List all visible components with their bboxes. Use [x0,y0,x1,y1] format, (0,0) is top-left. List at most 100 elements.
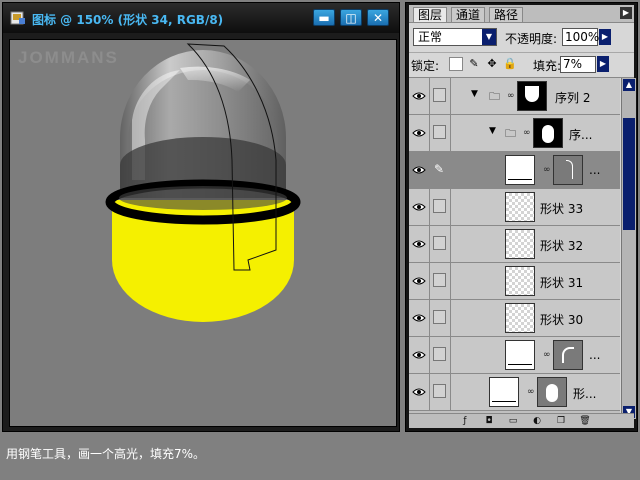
minimize-button[interactable]: ▬ [313,9,335,26]
tab-layers[interactable]: 图层 [413,7,448,22]
eye-icon[interactable] [409,78,430,114]
scroll-up-icon[interactable]: ▲ [623,79,635,91]
layer-thumbnail[interactable] [505,155,535,185]
eye-icon[interactable] [409,337,430,373]
restore-button[interactable]: ◫ [340,9,362,26]
trash-icon[interactable]: 🗑 [579,415,591,427]
layer-row[interactable]: 形状 32 [409,226,620,263]
layer-thumbnail[interactable] [505,192,535,222]
layer-row[interactable]: ∞ 形... [409,374,620,411]
adjustment-layer-icon[interactable]: ◐ [531,415,543,427]
new-group-icon[interactable]: ▭ [507,415,519,427]
layer-thumbnail[interactable] [505,340,535,370]
opacity-label: 不透明度: [505,32,558,46]
link-icon: ∞ [543,350,551,360]
layer-row[interactable]: 形状 33 [409,189,620,226]
layer-row[interactable]: ▼ 🗀 ∞ 序列 2 [409,78,620,115]
lock-all-icon[interactable]: 🔒 [503,57,517,71]
close-button[interactable]: ✕ [367,9,389,26]
link-box[interactable] [433,310,446,324]
opacity-slider-arrow-icon[interactable]: ▶ [599,29,611,45]
fill-label: 填充: [533,59,562,73]
lock-brush-icon[interactable]: ✎ [467,57,481,71]
folder-icon: 🗀 [505,127,516,140]
link-box[interactable] [433,88,446,102]
layer-style-icon[interactable]: ƒ [459,415,471,427]
layers-list: ▼ 🗀 ∞ 序列 2 ▼ 🗀 ∞ 序... ✎ ∞ ... 形状 33 形状 3… [409,78,620,419]
link-box[interactable] [433,236,446,250]
link-icon: ∞ [543,165,551,175]
document-canvas[interactable]: JOMMANS [9,39,397,427]
panel-menu-icon[interactable]: ▶ [620,7,632,19]
layer-name: 序... [569,128,593,142]
layer-thumbnail[interactable] [505,266,535,296]
tab-channels[interactable]: 通道 [451,7,486,22]
expand-triangle-icon[interactable]: ▼ [471,89,478,99]
layer-thumbnail[interactable] [505,229,535,259]
eye-icon[interactable] [409,263,430,299]
add-mask-icon[interactable]: ◘ [483,415,495,427]
layer-name: ... [589,163,601,177]
link-icon: ∞ [507,91,515,101]
layer-row[interactable]: ▼ 🗀 ∞ 序... [409,115,620,152]
fill-slider-arrow-icon[interactable]: ▶ [597,56,609,72]
layer-row-selected[interactable]: ✎ ∞ ... [409,152,620,189]
layer-name: 形状 30 [540,313,584,327]
lock-position-icon[interactable]: ✥ [485,57,499,71]
layer-name: 形状 31 [540,276,584,290]
eye-icon[interactable] [409,115,430,151]
vector-mask-thumbnail[interactable] [553,155,583,185]
layer-thumbnail[interactable] [505,303,535,333]
capsule-artwork [105,43,301,322]
layers-panel: 图层 通道 路径 ▶ 正常 ▼ 不透明度: 100% ▶ 锁定: ✎ ✥ 🔒 填… [405,2,638,432]
brush-icon: ✎ [434,162,445,176]
link-box[interactable] [433,384,446,398]
layer-name: 形... [573,387,597,401]
rim-inner [119,186,287,210]
eye-icon[interactable] [409,300,430,336]
blend-mode-value: 正常 [418,30,443,44]
eye-icon[interactable] [409,189,430,225]
layer-name: 序列 2 [555,91,591,105]
new-layer-icon[interactable]: ❐ [555,415,567,427]
layers-scrollbar[interactable]: ▲ ▼ [621,78,636,419]
link-icon: ∞ [523,128,531,138]
panel-tabs: 图层 通道 路径 ▶ [409,5,634,23]
eye-icon[interactable] [409,226,430,262]
lock-row: 锁定: ✎ ✥ 🔒 填充: 7% ▶ [409,52,634,78]
blend-mode-select[interactable]: 正常 ▼ [413,28,497,46]
layer-name: 形状 32 [540,239,584,253]
fill-field[interactable]: 7% [560,56,596,73]
panel-footer: ƒ ◘ ▭ ◐ ❐ 🗑 [409,413,634,428]
tab-paths[interactable]: 路径 [489,7,524,22]
layer-row[interactable]: 形状 31 [409,263,620,300]
tutorial-caption: 用钢笔工具，画一个高光，填充7%。 [6,447,206,461]
folder-icon: 🗀 [489,90,500,103]
link-box[interactable] [433,273,446,287]
chevron-down-icon[interactable]: ▼ [482,29,496,45]
scroll-thumb[interactable] [623,118,635,230]
layer-name: ... [589,348,601,362]
document-icon [10,11,25,25]
document-window: 图标 @ 150% (形状 34, RGB/8) ▬ ◫ ✕ JOMMANS [2,2,400,432]
vector-mask-thumbnail[interactable] [537,377,567,407]
document-titlebar[interactable]: 图标 @ 150% (形状 34, RGB/8) ▬ ◫ ✕ [3,3,399,33]
opacity-field[interactable]: 100% [562,28,599,46]
vector-mask-thumbnail[interactable] [553,340,583,370]
layer-name: 形状 33 [540,202,584,216]
lock-transparency-icon[interactable] [449,57,463,71]
link-box[interactable] [433,347,446,361]
expand-triangle-icon[interactable]: ▼ [489,126,496,136]
eye-icon[interactable] [409,374,430,410]
link-icon: ∞ [527,387,535,397]
link-box[interactable] [433,125,446,139]
lock-label: 锁定: [411,59,440,73]
layer-thumbnail[interactable] [489,377,519,407]
link-box[interactable] [433,199,446,213]
document-title: 图标 @ 150% (形状 34, RGB/8) [32,13,224,27]
layer-mask-thumbnail[interactable] [517,81,547,111]
layer-row[interactable]: 形状 30 [409,300,620,337]
layer-row[interactable]: ∞ ... [409,337,620,374]
layer-mask-thumbnail[interactable] [533,118,563,148]
eye-icon[interactable] [409,152,430,188]
